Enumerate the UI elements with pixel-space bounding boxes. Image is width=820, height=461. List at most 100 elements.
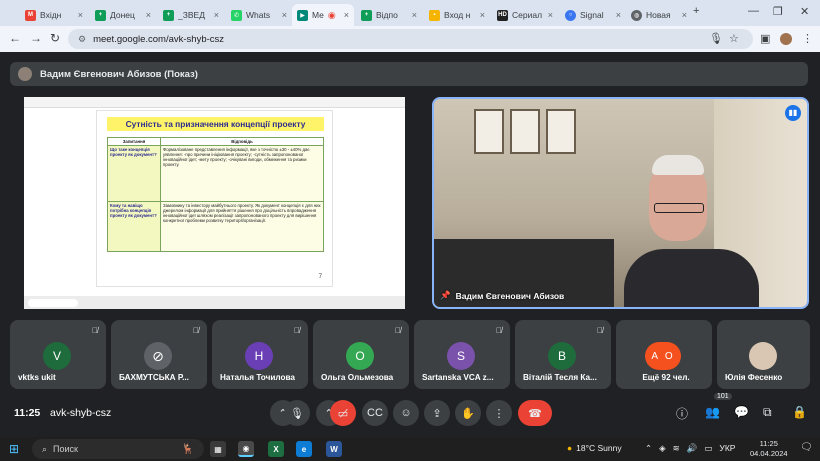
minimize-icon[interactable]: —: [748, 5, 759, 17]
table-cell: Замовнику та інвестору майбутнього проек…: [160, 201, 324, 252]
sheets-icon: +: [361, 9, 372, 21]
mic-off-icon: 🎙̸: [395, 326, 401, 335]
people-icon[interactable]: 👥: [705, 405, 720, 419]
url-text: meet.google.com/avk-shyb-csz: [93, 33, 225, 45]
notifications-icon[interactable]: 🗨: [800, 442, 813, 453]
activities-icon[interactable]: ⧉: [763, 405, 772, 420]
participant-tile[interactable]: Юлія Фесенко: [717, 320, 810, 389]
participant-tile[interactable]: 🎙̸ О Ольга Ольмезова: [313, 320, 409, 389]
participant-tile[interactable]: 🎙̸ V vktks ukit: [10, 320, 106, 389]
chevron-up-icon[interactable]: ⌃: [645, 443, 652, 454]
battery-icon[interactable]: ▭: [704, 443, 712, 454]
word-icon[interactable]: W: [326, 441, 342, 457]
participant-tile[interactable]: 🎙̸ ⊘ БАХМУТСЬКА Р...: [111, 320, 207, 389]
close-icon[interactable]: ×: [78, 10, 83, 20]
volume-icon[interactable]: 🔊: [687, 443, 698, 454]
tab-login[interactable]: ▪ Вход н ×: [424, 4, 490, 26]
windows-search-box[interactable]: ⌕ Поиск 🦌: [32, 439, 204, 459]
wall-picture: [510, 109, 540, 154]
raise-hand-button[interactable]: ✋: [455, 400, 481, 426]
address-bar[interactable]: ⚙ meet.google.com/avk-shyb-csz: [68, 29, 753, 49]
close-icon[interactable]: ×: [682, 10, 687, 20]
bookmark-star-icon[interactable]: ☆: [729, 32, 739, 45]
back-icon[interactable]: ←: [9, 31, 21, 45]
more-options-button[interactable]: ⋮: [486, 400, 512, 426]
reactions-button[interactable]: ☺: [393, 400, 419, 426]
participant-tile[interactable]: 🎙̸ S Sartanska VCA z...: [414, 320, 510, 389]
table-cell: Формалізоване представлення інформації, …: [160, 145, 324, 202]
avatar: V: [43, 342, 71, 370]
site-info-icon[interactable]: ⚙: [78, 34, 86, 45]
language-indicator[interactable]: УКР: [719, 443, 735, 454]
pin-icon[interactable]: 📌: [440, 290, 451, 301]
maximize-icon[interactable]: ❐: [773, 5, 783, 18]
avatar: Н: [245, 342, 273, 370]
speaker-body: [624, 249, 759, 307]
edge-icon[interactable]: e: [296, 441, 312, 457]
tab-sheets-1[interactable]: + Донец ×: [90, 4, 156, 26]
presentation-slide: Сутність та призначення концепції проект…: [96, 110, 333, 287]
tab-sheets-2[interactable]: + _ЗВЕД ×: [158, 4, 224, 26]
globe-icon: ◍: [631, 9, 642, 21]
chat-icon[interactable]: 💬: [734, 405, 749, 419]
sun-icon: ●: [567, 443, 573, 453]
wifi-icon[interactable]: ≋: [673, 443, 680, 454]
meet-icon: ▶: [297, 9, 308, 21]
folder-icon: ▪: [429, 9, 440, 21]
sheets-icon: +: [163, 9, 174, 21]
tab-new[interactable]: ◍ Новая ×: [626, 4, 692, 26]
windows-start-icon[interactable]: ⊞: [9, 442, 19, 456]
mic-off-icon: 🎙̸: [597, 326, 603, 335]
participant-tile[interactable]: 🎙̸ Н Наталья Точилова: [212, 320, 308, 389]
close-icon[interactable]: ×: [412, 10, 417, 20]
participant-tile[interactable]: 🎙̸ В Віталій Тесля Ка...: [515, 320, 611, 389]
tab-meet[interactable]: ▶ Me ◉ ×: [292, 4, 354, 26]
forward-icon[interactable]: →: [30, 31, 42, 45]
microphone-icon[interactable]: 🎙: [709, 32, 723, 45]
participant-name: Юлія Фесенко: [725, 373, 783, 382]
chrome-icon[interactable]: ◉: [238, 441, 254, 457]
mic-off-icon: 🎙̸: [496, 326, 502, 335]
presenter-bar: Вадим Євгенович Абизов (Показ): [10, 62, 808, 86]
camera-off-button[interactable]: ▭̸: [330, 400, 356, 426]
meeting-time: 11:25: [14, 407, 41, 419]
network-icon[interactable]: ◈: [659, 443, 666, 454]
presenter-label: Вадим Євгенович Абизов (Показ): [40, 68, 198, 80]
gmail-icon: M: [25, 9, 36, 21]
participant-name: Ольга Ольмезова: [321, 373, 394, 382]
browser-toolbar: ← → ↻ ⚙ meet.google.com/avk-shyb-csz 🎙 ☆…: [0, 26, 820, 52]
avatar: В: [548, 342, 576, 370]
window-close-icon[interactable]: ✕: [800, 5, 809, 18]
reload-icon[interactable]: ↻: [50, 31, 60, 45]
more-participants-tile[interactable]: А О Ещё 92 чел.: [616, 320, 712, 389]
close-icon[interactable]: ×: [282, 10, 287, 20]
taskbar-clock[interactable]: 11:25 04.04.2024: [750, 439, 788, 459]
close-icon[interactable]: ×: [146, 10, 151, 20]
tab-whatsapp[interactable]: ✆ Whats ×: [226, 4, 292, 26]
participant-name: БАХМУТСЬКА Р...: [119, 373, 189, 382]
present-button[interactable]: ⇪: [424, 400, 450, 426]
new-tab-button[interactable]: +: [693, 5, 699, 17]
mic-button[interactable]: 🎙: [284, 400, 310, 426]
weather-widget[interactable]: ● 18°C Sunny: [567, 443, 622, 453]
profile-avatar[interactable]: [780, 33, 792, 45]
task-view-icon[interactable]: ▦: [210, 441, 226, 457]
table-header: Запитання: [107, 137, 161, 146]
tab-series[interactable]: HD Сериал ×: [492, 4, 558, 26]
close-icon[interactable]: ×: [548, 10, 553, 20]
close-icon[interactable]: ×: [214, 10, 219, 20]
tab-gmail[interactable]: M Вхідн ×: [20, 4, 88, 26]
menu-kebab-icon[interactable]: ⋮: [802, 32, 813, 45]
host-controls-icon[interactable]: 🔒: [792, 405, 807, 419]
tab-sheets-3[interactable]: + Відпо ×: [356, 4, 422, 26]
excel-icon[interactable]: X: [268, 441, 284, 457]
info-icon[interactable]: ⓘ: [676, 405, 688, 422]
captions-button[interactable]: CC: [362, 400, 388, 426]
close-icon[interactable]: ×: [616, 10, 621, 20]
speaker-video-tile[interactable]: ▮▮ 📌 Вадим Євгенович Абизов: [432, 97, 809, 309]
close-icon[interactable]: ×: [344, 10, 349, 20]
close-icon[interactable]: ×: [480, 10, 485, 20]
sidepanel-icon[interactable]: ▣: [760, 32, 770, 45]
leave-call-button[interactable]: ☎: [518, 400, 552, 426]
tab-signal[interactable]: ○ Signal ×: [560, 4, 626, 26]
